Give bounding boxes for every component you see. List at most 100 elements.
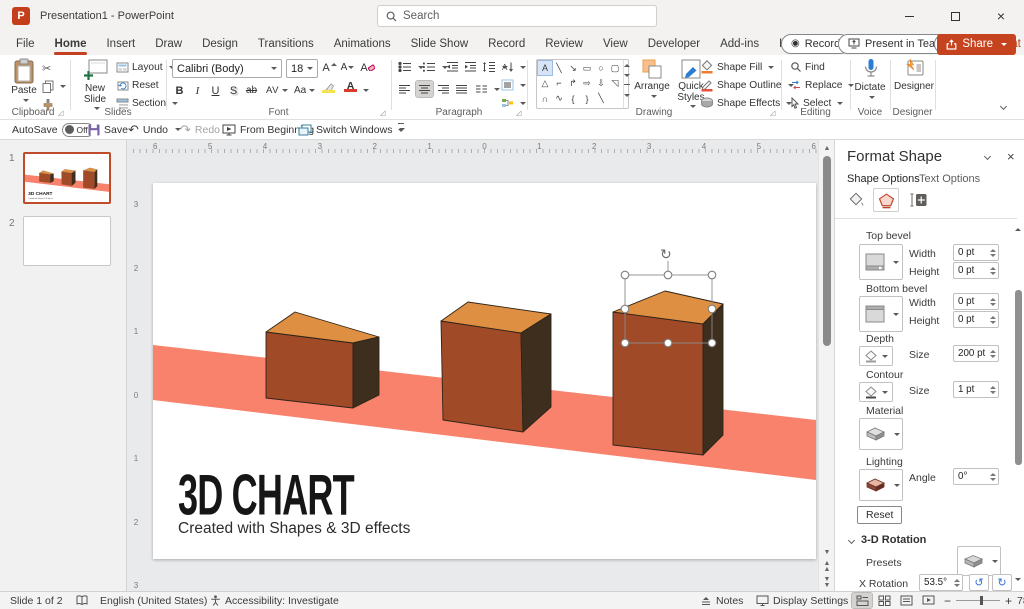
designer-button[interactable]: Designer bbox=[894, 58, 934, 93]
zoom-in-button[interactable]: + bbox=[1005, 594, 1012, 608]
tab-transitions[interactable]: Transitions bbox=[248, 32, 324, 55]
reset-button[interactable]: Reset bbox=[116, 77, 159, 93]
collapse-ribbon-chevron[interactable] bbox=[1000, 103, 1007, 110]
font-size-select[interactable]: 18 bbox=[286, 59, 318, 78]
shape-oval-icon[interactable]: ○ bbox=[594, 61, 608, 75]
strikethrough-button[interactable]: ab bbox=[244, 82, 259, 99]
tab-developer[interactable]: Developer bbox=[638, 32, 710, 55]
notes-button[interactable]: Notes bbox=[700, 592, 743, 609]
shape-rounded-rectangle-icon[interactable]: ▢ bbox=[608, 61, 622, 75]
increase-indent-button[interactable] bbox=[464, 59, 477, 75]
reading-view-button[interactable] bbox=[896, 593, 916, 608]
align-text-button[interactable] bbox=[501, 77, 526, 93]
search-input[interactable]: Search bbox=[377, 5, 657, 27]
text-direction-button[interactable]: A bbox=[501, 59, 526, 75]
paste-button[interactable]: Paste bbox=[8, 58, 40, 102]
shape-corner-icon[interactable]: ◹ bbox=[608, 76, 622, 90]
cut-button[interactable]: ✂ bbox=[42, 60, 51, 76]
dictate-button[interactable]: Dictate bbox=[853, 58, 887, 99]
panel-scroll-down[interactable] bbox=[1015, 578, 1021, 581]
previous-slide-button[interactable]: ▲▲ bbox=[819, 560, 835, 573]
numbering-button[interactable] bbox=[422, 59, 448, 75]
handle-bottom-center[interactable] bbox=[664, 339, 672, 347]
align-right-button[interactable] bbox=[437, 81, 450, 97]
grow-font-button[interactable]: A bbox=[322, 59, 337, 76]
slideshow-view-button[interactable] bbox=[918, 593, 938, 608]
effects-icon[interactable] bbox=[873, 188, 899, 212]
scroll-down-arrow[interactable]: ▼ bbox=[819, 546, 835, 559]
x-rotation-spinner[interactable]: 53.5° bbox=[919, 574, 963, 591]
handle-middle-left[interactable] bbox=[621, 305, 629, 313]
shape-line-icon[interactable]: ╲ bbox=[552, 61, 566, 75]
zoom-slider[interactable] bbox=[956, 600, 1000, 602]
rotate-right-button[interactable]: ↻ bbox=[992, 574, 1012, 591]
handle-top-left[interactable] bbox=[621, 271, 629, 279]
gallery-scroll-down[interactable] bbox=[624, 74, 630, 77]
scrollbar-thumb[interactable] bbox=[823, 156, 831, 346]
paragraph-dialog-launcher[interactable]: ◿ bbox=[516, 109, 521, 117]
tab-file[interactable]: File bbox=[6, 32, 45, 55]
handle-bottom-left[interactable] bbox=[621, 339, 629, 347]
slide-thumbnail-1[interactable]: 3D CHART Created with Shapes & 3D effect… bbox=[23, 152, 111, 204]
shape-outline-button[interactable]: Shape Outline bbox=[700, 77, 794, 93]
gallery-scroll-up[interactable] bbox=[624, 64, 630, 67]
gallery-more-button[interactable] bbox=[624, 84, 630, 104]
powerpoint-logo-icon[interactable]: P bbox=[12, 7, 30, 25]
zoom-slider-thumb[interactable] bbox=[980, 596, 983, 605]
display-settings-button[interactable]: Display Settings bbox=[756, 592, 848, 609]
character-spacing-button[interactable]: AV bbox=[266, 82, 288, 99]
font-color-button[interactable]: A bbox=[344, 81, 357, 92]
share-button[interactable]: Share bbox=[937, 34, 1016, 55]
autosave-toggle[interactable]: AutoSave Off bbox=[12, 123, 94, 137]
rotation-handle-icon[interactable]: ↻ bbox=[660, 246, 672, 262]
maximize-button[interactable] bbox=[932, 0, 978, 32]
drawing-dialog-launcher[interactable]: ◿ bbox=[770, 109, 775, 117]
presets-dropdown[interactable] bbox=[957, 546, 1001, 576]
tab-animations[interactable]: Animations bbox=[324, 32, 401, 55]
tab-draw[interactable]: Draw bbox=[145, 32, 192, 55]
switch-windows-button[interactable]: Switch Windows bbox=[298, 124, 405, 136]
tab-text-options[interactable]: Text Options bbox=[919, 173, 980, 185]
bullets-button[interactable] bbox=[398, 59, 424, 75]
slide-thumbnail-2[interactable] bbox=[23, 216, 111, 266]
bottom-bevel-dropdown[interactable] bbox=[859, 296, 903, 332]
align-left-button[interactable] bbox=[398, 81, 411, 97]
lighting-dropdown[interactable] bbox=[859, 469, 903, 501]
save-button[interactable]: Save bbox=[88, 124, 128, 136]
tab-home[interactable]: Home bbox=[45, 32, 97, 55]
top-bevel-height-spinner[interactable]: 0 pt bbox=[953, 262, 999, 279]
panel-collapse-chevron[interactable] bbox=[984, 153, 991, 160]
decrease-indent-button[interactable] bbox=[446, 59, 459, 75]
underline-button[interactable]: U bbox=[208, 82, 223, 99]
shape-arrow-down-icon[interactable]: ⇩ bbox=[594, 76, 608, 90]
slide-indicator[interactable]: Slide 1 of 2 bbox=[10, 592, 63, 609]
qat-overflow-button[interactable] bbox=[398, 123, 404, 137]
shape-rectangle-icon[interactable]: ▭ bbox=[580, 61, 594, 75]
fill-line-icon[interactable] bbox=[844, 188, 870, 212]
change-case-button[interactable]: Aa bbox=[294, 82, 315, 99]
panel-close-icon[interactable]: × bbox=[1007, 149, 1015, 164]
contour-color-dropdown[interactable] bbox=[859, 382, 893, 402]
font-dialog-launcher[interactable]: ◿ bbox=[380, 109, 385, 117]
reset-3d-button[interactable]: Reset bbox=[857, 506, 902, 524]
shape-triangle-icon[interactable]: △ bbox=[538, 76, 552, 90]
rotation-section-header[interactable]: 3-D Rotation bbox=[849, 534, 926, 546]
spellcheck-button[interactable] bbox=[76, 592, 88, 609]
vertical-ruler[interactable]: 3210123 bbox=[131, 200, 141, 590]
tab-record[interactable]: Record bbox=[478, 32, 535, 55]
shape-fill-button[interactable]: Shape Fill bbox=[700, 59, 774, 75]
shape-elbow-arrow-icon[interactable]: ↱ bbox=[566, 76, 580, 90]
replace-button[interactable]: Replace bbox=[790, 77, 854, 93]
minimize-button[interactable] bbox=[886, 0, 932, 32]
new-slide-button[interactable]: New Slide bbox=[76, 58, 114, 110]
tab-view[interactable]: View bbox=[593, 32, 638, 55]
font-color-caret[interactable] bbox=[363, 89, 369, 92]
lighting-angle-spinner[interactable]: 0° bbox=[953, 468, 999, 485]
rotate-left-button[interactable]: ↺ bbox=[969, 574, 989, 591]
handle-top-right[interactable] bbox=[708, 271, 716, 279]
depth-color-dropdown[interactable] bbox=[859, 346, 893, 366]
top-bevel-dropdown[interactable] bbox=[859, 244, 903, 280]
handle-middle-right[interactable] bbox=[708, 305, 716, 313]
shape-textbox-icon[interactable]: A bbox=[538, 61, 552, 75]
undo-button[interactable]: ↶ Undo bbox=[128, 122, 181, 138]
